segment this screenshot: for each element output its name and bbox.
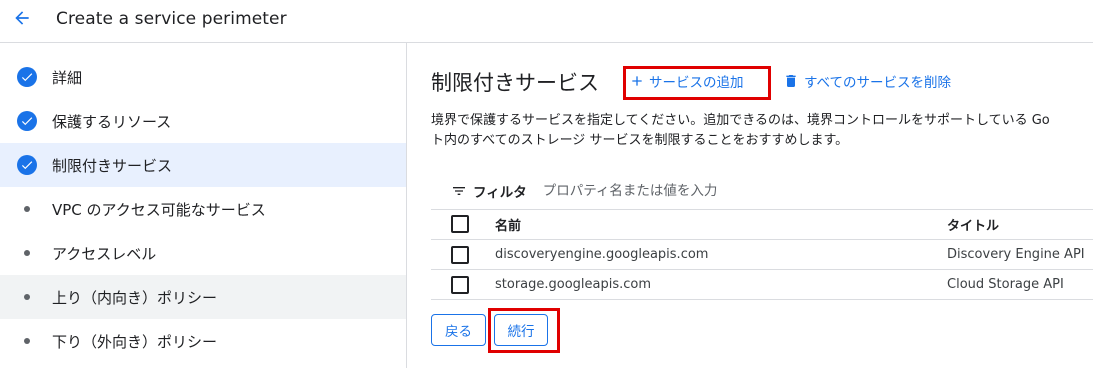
delete-all-services-button[interactable]: すべてのサービスを削除 (783, 65, 951, 97)
service-title: Discovery Engine API (947, 247, 1085, 262)
step-details[interactable]: 詳細 (0, 55, 406, 99)
step-label: 保護するリソース (52, 112, 172, 131)
dot-icon (16, 286, 38, 308)
top-bar: Create a service perimeter (0, 0, 1093, 43)
step-label: 詳細 (52, 68, 83, 87)
dot-icon (16, 242, 38, 264)
description: 境界で保護するサービスを指定してください。追加できるのは、境界コントロールをサポ… (431, 111, 1093, 151)
trash-icon (783, 73, 799, 89)
page-title: Create a service perimeter (56, 9, 287, 29)
back-button[interactable] (6, 4, 38, 36)
step-label: 下り（外向き）ポリシー (52, 332, 218, 351)
step-restricted-services[interactable]: 制限付きサービス (0, 143, 406, 187)
step-access-levels[interactable]: アクセスレベル (0, 231, 406, 275)
dot-icon (16, 198, 38, 220)
step-label: アクセスレベル (52, 244, 157, 263)
filter-bar: フィルタ (431, 173, 1093, 210)
filter-input[interactable] (540, 182, 945, 200)
column-header-title[interactable]: タイトル (947, 215, 999, 234)
service-title: Cloud Storage API (947, 277, 1064, 292)
section-title: 制限付きサービス (431, 71, 599, 95)
dot-icon (16, 330, 38, 352)
add-service-label: サービスの追加 (649, 75, 744, 91)
description-line: 境界で保護するサービスを指定してください。追加できるのは、境界コントロールをサポ… (431, 113, 1050, 128)
description-line: ト内のすべてのストレージ サービスを制限することをおすすめします。 (431, 133, 849, 148)
arrow-back-icon (12, 8, 32, 32)
service-name: storage.googleapis.com (495, 277, 652, 292)
row-checkbox[interactable] (451, 275, 469, 294)
filter-list-icon (451, 182, 469, 200)
table-row: discoveryengine.googleapis.com Discovery… (431, 240, 1093, 270)
step-label: 制限付きサービス (52, 156, 173, 175)
check-circle-icon (16, 110, 38, 132)
step-vpc-accessible-services[interactable]: VPC のアクセス可能なサービス (0, 187, 406, 231)
step-ingress-policy[interactable]: 上り（内向き）ポリシー (0, 275, 406, 319)
filter-label: フィルタ (473, 185, 527, 201)
stepper-sidebar: 詳細 保護するリソース 制限付きサービス VPC のアクセス可能なサービス アク… (0, 43, 407, 368)
step-egress-policy[interactable]: 下り（外向き）ポリシー (0, 319, 406, 363)
table-header-row: 名前 タイトル (431, 209, 1093, 240)
delete-all-label: すべてのサービスを削除 (804, 75, 952, 91)
check-circle-icon (16, 154, 38, 176)
add-service-button[interactable]: サービスの追加 (623, 65, 750, 97)
main-content: 制限付きサービス サービスの追加 すべてのサービスを削除 境界で保護するサービス… (407, 43, 1093, 368)
continue-button[interactable]: 続行 (494, 314, 548, 346)
check-circle-icon (16, 66, 38, 88)
column-header-name[interactable]: 名前 (495, 215, 521, 234)
service-name: discoveryengine.googleapis.com (495, 247, 709, 262)
step-protected-resources[interactable]: 保護するリソース (0, 99, 406, 143)
row-checkbox[interactable] (451, 245, 469, 264)
select-all-checkbox[interactable] (451, 215, 469, 233)
step-label: 上り（内向き）ポリシー (52, 288, 218, 307)
back-step-button[interactable]: 戻る (431, 314, 486, 346)
step-label: VPC のアクセス可能なサービス (52, 200, 266, 219)
plus-icon (629, 73, 645, 89)
table-row: storage.googleapis.com Cloud Storage API (431, 270, 1093, 300)
services-table: 名前 タイトル discoveryengine.googleapis.com D… (431, 209, 1093, 300)
